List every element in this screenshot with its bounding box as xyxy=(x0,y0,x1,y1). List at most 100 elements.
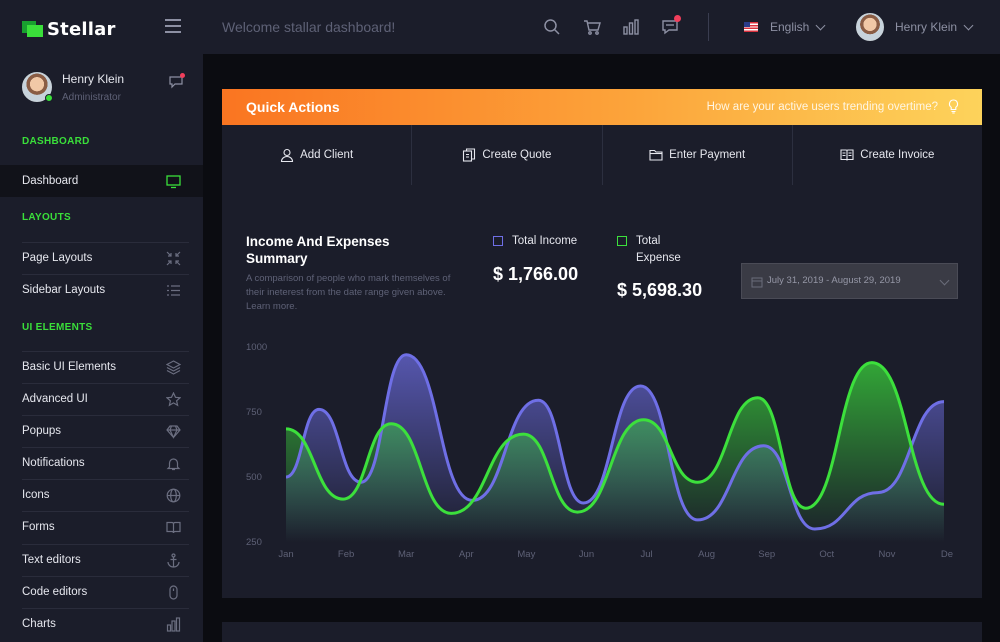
notification-dot xyxy=(180,73,185,78)
hamburger-menu-icon[interactable] xyxy=(165,19,181,33)
section-layouts: LAYOUTS xyxy=(22,212,71,223)
user-name: Henry Klein xyxy=(895,20,958,34)
create-quote-button[interactable]: Create Quote xyxy=(412,125,603,185)
sidebar: Henry Klein Administrator DASHBOARD Dash… xyxy=(0,54,203,642)
sidebar-item-label: Icons xyxy=(22,489,50,501)
calendar-icon xyxy=(751,275,763,288)
sidebar-item-label: Popups xyxy=(22,425,62,437)
x-tick-label: Aug xyxy=(698,549,715,560)
layers-icon xyxy=(165,360,182,375)
y-tick-label: 750 xyxy=(246,407,262,418)
brand-logo-icon xyxy=(22,21,44,37)
sidebar-item-label: Text editors xyxy=(22,554,81,566)
language-selector[interactable]: English xyxy=(744,20,826,34)
income-label: Total Income xyxy=(512,235,578,247)
sidebar-item-popups[interactable]: Popups xyxy=(0,415,203,447)
bell-icon xyxy=(166,456,181,471)
sidebar-item-label: Page Layouts xyxy=(22,252,93,264)
mouse-icon xyxy=(166,585,181,600)
chart-icon[interactable] xyxy=(622,18,640,36)
brand-name: Stellar xyxy=(47,18,116,40)
x-tick-label: Jan xyxy=(278,549,293,560)
book-open-icon xyxy=(840,149,854,161)
x-tick-label: Oct xyxy=(819,549,834,560)
star-icon xyxy=(165,391,182,407)
chat-icon[interactable] xyxy=(169,73,185,89)
income-value: $ 1,766.00 xyxy=(493,264,579,284)
chevron-down-icon xyxy=(939,275,950,286)
documents-icon xyxy=(463,148,476,162)
date-range-picker[interactable]: July 31, 2019 - August 29, 2019 xyxy=(741,263,958,299)
y-tick-label: 1000 xyxy=(246,342,267,353)
create-invoice-button[interactable]: Create Invoice xyxy=(793,125,982,185)
welcome-text: Welcome stallar dashboard! xyxy=(222,19,396,35)
avatar xyxy=(856,13,884,41)
anchor-icon xyxy=(166,553,181,568)
main-content: Quick Actions How are your active users … xyxy=(203,54,1000,642)
lightbulb-icon[interactable] xyxy=(947,99,960,114)
add-client-button[interactable]: Add Client xyxy=(222,125,413,185)
sidebar-item-label: Sidebar Layouts xyxy=(22,284,106,296)
sidebar-item-notifications[interactable]: Notifications xyxy=(0,447,203,479)
us-flag-icon xyxy=(744,22,758,32)
expense-label: Total Expense xyxy=(636,235,681,264)
sidebar-item-page-layouts[interactable]: Page Layouts xyxy=(0,242,203,274)
sidebar-item-icons[interactable]: Icons xyxy=(0,479,203,511)
y-tick-label: 250 xyxy=(246,537,262,548)
x-tick-label: Jun xyxy=(579,549,594,560)
expense-swatch xyxy=(617,236,627,246)
search-icon[interactable] xyxy=(543,18,561,36)
sidebar-item-basic-ui[interactable]: Basic UI Elements xyxy=(0,351,203,383)
sidebar-item-label: Basic UI Elements xyxy=(22,361,116,373)
create-quote-label: Create Quote xyxy=(482,149,552,161)
sidebar-item-label: Charts xyxy=(22,618,56,630)
section-dashboard: DASHBOARD xyxy=(22,136,90,147)
quick-actions-header: Quick Actions How are your active users … xyxy=(222,89,982,125)
enter-payment-button[interactable]: Enter Payment xyxy=(603,125,793,185)
profile-name: Henry Klein xyxy=(62,72,125,86)
x-tick-label: Mar xyxy=(398,549,414,560)
add-client-label: Add Client xyxy=(300,149,354,161)
cart-icon[interactable] xyxy=(583,18,601,36)
sidebar-item-sidebar-layouts[interactable]: Sidebar Layouts xyxy=(0,274,203,306)
sidebar-item-forms[interactable]: Forms xyxy=(0,511,203,543)
diamond-icon xyxy=(166,424,181,439)
sidebar-item-code-editors[interactable]: Code editors xyxy=(0,576,203,608)
x-tick-label: De xyxy=(941,549,953,560)
enter-payment-label: Enter Payment xyxy=(669,149,746,161)
sidebar-item-label: Advanced UI xyxy=(22,393,88,405)
x-tick-label: Jul xyxy=(640,549,652,560)
x-tick-label: Feb xyxy=(338,549,354,560)
sidebar-item-label: Forms xyxy=(22,521,55,533)
profile-role: Administrator xyxy=(62,92,121,103)
y-tick-label: 500 xyxy=(246,472,262,483)
sidebar-item-charts[interactable]: Charts xyxy=(0,608,203,640)
sidebar-profile[interactable]: Henry Klein Administrator xyxy=(22,72,192,112)
income-expenses-card: 1000 750 500 250 Jan Feb Mar Apr May Jun Jul Aug Sep… xyxy=(222,209,982,598)
bar-chart-icon xyxy=(166,617,181,632)
x-tick-label: May xyxy=(517,549,535,560)
top-bar: Stellar Welcome stallar dashboard! Engli… xyxy=(0,0,1000,54)
date-range-text: July 31, 2019 - August 29, 2019 xyxy=(767,275,901,286)
user-menu[interactable]: Henry Klein xyxy=(856,13,974,41)
quick-actions-title: Quick Actions xyxy=(246,99,340,115)
card-title: Income And Expenses Summary xyxy=(246,234,390,266)
quick-actions-buttons: Add Client Create Quote Enter Payment Cr… xyxy=(222,125,982,185)
list-icon xyxy=(166,283,181,298)
chevron-down-icon xyxy=(963,20,974,30)
chat-icon[interactable] xyxy=(661,15,681,36)
sidebar-item-advanced-ui[interactable]: Advanced UI xyxy=(0,383,203,415)
folder-icon xyxy=(649,149,663,161)
card-description: A comparison of people who mark themselv… xyxy=(246,273,451,312)
sidebar-item-dashboard[interactable]: Dashboard xyxy=(0,165,203,197)
compress-icon xyxy=(166,251,181,266)
divider xyxy=(708,13,709,41)
x-tick-label: Nov xyxy=(878,549,895,560)
brand[interactable]: Stellar xyxy=(22,18,116,40)
notification-dot xyxy=(674,15,681,22)
sidebar-item-text-editors[interactable]: Text editors xyxy=(0,544,203,576)
language-label: English xyxy=(770,20,810,34)
sidebar-item-label: Notifications xyxy=(22,457,85,469)
monitor-icon xyxy=(166,174,181,189)
section-ui-elements: UI ELEMENTS xyxy=(22,322,93,333)
